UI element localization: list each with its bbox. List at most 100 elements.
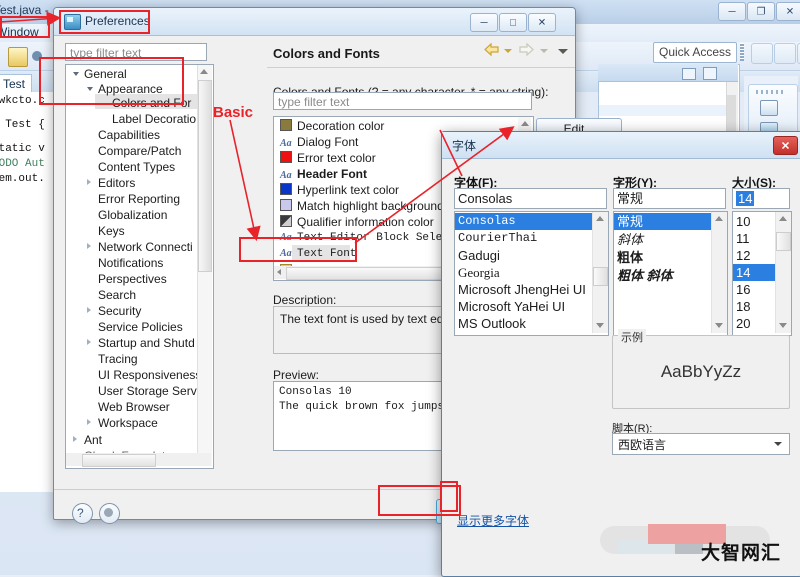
perspective-new-button[interactable]	[751, 43, 773, 64]
scroll-down-arrow-icon[interactable]	[779, 323, 787, 328]
style-list-item[interactable]: 粗体 斜体	[617, 267, 673, 284]
preferences-close-button[interactable]: ✕	[528, 13, 556, 32]
expand-arrow-icon[interactable]	[73, 436, 77, 442]
font-list-item[interactable]: Gadugi	[458, 247, 500, 264]
tree-item-editors[interactable]: Editors	[87, 175, 135, 191]
tree-vertical-scroll-thumb[interactable]	[198, 80, 212, 272]
size-list-scroll-thumb[interactable]	[776, 232, 791, 251]
right-view-maximize-icon[interactable]	[703, 67, 717, 80]
size-list-scrollbar[interactable]	[775, 212, 791, 333]
tree-item-globalization[interactable]: Globalization	[98, 207, 167, 223]
tree-item-keys[interactable]: Keys	[98, 223, 125, 239]
editor-tab-test-java[interactable]: Test	[0, 74, 33, 93]
palette-icon[interactable]	[760, 100, 778, 116]
forward-dropdown-icon[interactable]	[540, 49, 548, 53]
ide-close-button[interactable]: ✕	[776, 2, 800, 21]
font-dialog-close-button[interactable]: ✕	[773, 136, 798, 155]
tree-item-startup-and-shutdown[interactable]: Startup and Shutd	[87, 335, 195, 351]
font-family-list[interactable]: Consolas CourierThai Gadugi Georgia Micr…	[454, 211, 609, 336]
tree-item-security[interactable]: Security	[87, 303, 141, 319]
tree-item-web-browser[interactable]: Web Browser	[98, 399, 170, 415]
ide-restore-button[interactable]: ❐	[747, 2, 775, 21]
tree-item-tracing[interactable]: Tracing	[98, 351, 138, 367]
scroll-up-arrow-icon[interactable]	[521, 121, 529, 126]
font-list-scroll-thumb[interactable]	[593, 267, 608, 286]
forward-arrow-icon[interactable]	[518, 42, 535, 60]
list-item[interactable]: Decoration color	[280, 118, 384, 134]
style-list-item[interactable]: 斜体	[617, 231, 643, 248]
size-list-item[interactable]: 20	[736, 315, 750, 332]
list-item[interactable]: Error text color	[280, 150, 376, 166]
back-arrow-icon[interactable]	[483, 42, 500, 60]
size-list-item[interactable]: 10	[736, 213, 750, 230]
tree-item-ant[interactable]: Ant	[73, 432, 102, 448]
tree-item-user-storage-service[interactable]: User Storage Serv	[98, 383, 197, 399]
script-select[interactable]: 西欧语言	[612, 433, 790, 455]
tree-item-workspace[interactable]: Workspace	[87, 415, 158, 431]
chevron-down-icon[interactable]	[774, 442, 782, 446]
help-button[interactable]: ?	[72, 503, 93, 524]
tree-item-service-policies[interactable]: Service Policies	[98, 319, 183, 335]
font-size-input[interactable]: 14	[732, 188, 790, 209]
tree-item-ui-responsiveness[interactable]: UI Responsiveness	[98, 367, 201, 383]
toolbar-pencil-icon[interactable]	[8, 47, 28, 67]
size-list-item[interactable]: 11	[736, 230, 750, 247]
right-view-row[interactable]	[599, 105, 726, 116]
font-list-item-consolas[interactable]: Consolas	[455, 213, 608, 230]
list-item-label: Qualifier information color	[297, 215, 434, 229]
preferences-minimize-button[interactable]: ─	[470, 13, 498, 32]
back-dropdown-icon[interactable]	[504, 49, 512, 53]
font-style-input[interactable]: 常规	[613, 188, 726, 209]
show-more-fonts-link[interactable]: 显示更多字体	[457, 512, 529, 529]
expand-arrow-icon[interactable]	[87, 179, 91, 185]
list-item[interactable]: Aa Dialog Font	[280, 134, 358, 150]
tree-item-capabilities[interactable]: Capabilities	[98, 127, 160, 143]
tree-item-perspectives[interactable]: Perspectives	[98, 271, 167, 287]
list-horizontal-scroll-thumb[interactable]	[286, 267, 453, 280]
secondary-round-button[interactable]	[99, 503, 120, 524]
font-list-item[interactable]: MS Outlook	[458, 315, 526, 332]
font-list-item[interactable]: Microsoft JhengHei UI	[458, 281, 586, 298]
tree-item-notifications[interactable]: Notifications	[98, 255, 163, 271]
expand-arrow-icon[interactable]	[87, 243, 91, 249]
menu-dropdown-icon[interactable]	[558, 49, 568, 54]
list-item[interactable]: Qualifier information color	[280, 214, 434, 230]
tree-horizontal-scroll-thumb[interactable]	[82, 454, 156, 467]
quick-access-input[interactable]: Quick Access	[653, 42, 737, 63]
tree-item-search[interactable]: Search	[98, 287, 136, 303]
tree-item-label-decorations[interactable]: Label Decoratio	[112, 111, 196, 127]
font-list-item[interactable]: CourierThai	[458, 230, 537, 247]
colors-fonts-filter-input[interactable]: type filter text	[273, 92, 532, 110]
font-list-item[interactable]: Microsoft YaHei UI	[458, 298, 565, 315]
font-list-item[interactable]: Georgia	[458, 264, 500, 281]
size-list-item[interactable]: 16	[736, 281, 750, 298]
scroll-down-arrow-icon[interactable]	[715, 323, 723, 328]
style-list-item[interactable]: 粗体	[617, 249, 643, 266]
list-item[interactable]: Hyperlink text color	[280, 182, 399, 198]
tree-item-compare-patch[interactable]: Compare/Patch	[98, 143, 181, 159]
scroll-up-arrow-icon[interactable]	[715, 216, 723, 221]
font-family-input[interactable]: Consolas	[454, 188, 607, 209]
perspective-java-button[interactable]	[774, 43, 796, 64]
scroll-up-arrow-icon[interactable]	[779, 216, 787, 221]
scroll-left-arrow-icon[interactable]	[277, 269, 281, 275]
tree-item-content-types[interactable]: Content Types	[98, 159, 175, 175]
ide-minimize-button[interactable]: ─	[718, 2, 746, 21]
scroll-up-arrow-icon[interactable]	[596, 216, 604, 221]
font-dialog-title-bar[interactable]	[442, 132, 800, 159]
right-view-minimize-icon[interactable]	[682, 68, 696, 80]
scroll-up-arrow-icon[interactable]	[200, 69, 208, 74]
expand-arrow-icon[interactable]	[87, 419, 91, 425]
tree-item-error-reporting[interactable]: Error Reporting	[98, 191, 180, 207]
size-list-item[interactable]: 18	[736, 298, 750, 315]
toolbar-drag-handle[interactable]	[740, 43, 744, 61]
expand-arrow-icon[interactable]	[87, 307, 91, 313]
size-list-item[interactable]: 12	[736, 247, 750, 264]
style-list-scrollbar[interactable]	[711, 212, 727, 333]
tree-item-network-connections[interactable]: Network Connecti	[87, 239, 193, 255]
expand-arrow-icon[interactable]	[87, 339, 91, 345]
preferences-tree[interactable]: General Appearance Colors and For Label …	[65, 64, 214, 469]
preferences-maximize-button[interactable]: □	[499, 13, 527, 32]
scroll-down-arrow-icon[interactable]	[596, 323, 604, 328]
list-item[interactable]: Aa Header Font	[280, 166, 367, 182]
